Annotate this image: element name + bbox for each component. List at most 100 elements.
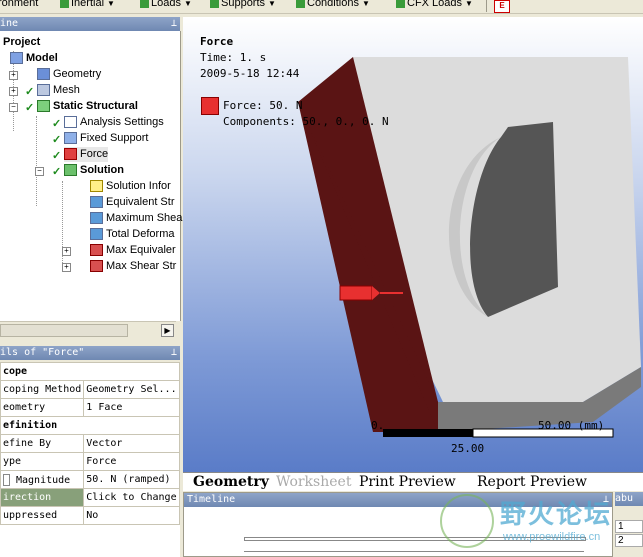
tree-node-geometry[interactable]: Geometry <box>37 67 101 82</box>
scale-mid-label: 25.00 <box>451 442 485 455</box>
property-label: irection <box>0 488 85 507</box>
property-value[interactable]: Geometry Sel... <box>83 380 180 399</box>
details-panel: cope coping Method Geometry Sel... eometr… <box>0 362 180 557</box>
tab-worksheet[interactable]: Worksheet <box>276 474 351 490</box>
property-value[interactable]: 1 Face <box>83 398 180 417</box>
tab-report-preview[interactable]: Report Preview <box>477 474 587 490</box>
details-section-scope: cope <box>0 362 180 381</box>
tree-node-solution-information[interactable]: Solution Infor <box>90 179 171 194</box>
property-label: efine By <box>0 434 85 453</box>
chevron-down-icon: ▼ <box>183 0 192 8</box>
tree-node-max-shear-stress[interactable]: Max Shear Str <box>90 259 176 274</box>
toolbar-environment[interactable]: ronment <box>0 0 38 9</box>
tabular-row-2[interactable]: 2 <box>615 534 643 547</box>
force-load-marker[interactable] <box>339 285 373 301</box>
tree-node-analysis-settings[interactable]: Analysis Settings <box>64 115 164 130</box>
graphics-viewport[interactable]: Force Time: 1. s 2009-5-18 12:44 Force: … <box>183 17 643 472</box>
tree-node-fixed-support[interactable]: Fixed Support <box>64 131 148 146</box>
loads-icon <box>140 0 149 8</box>
check-icon: ✓ <box>52 150 62 162</box>
details-row-suppressed[interactable]: uppressed No <box>0 506 180 525</box>
tool-icon <box>90 260 103 273</box>
scroll-right-arrow-icon[interactable]: ▶ <box>161 324 174 337</box>
expand-max-equivalent-icon[interactable]: + <box>62 247 71 256</box>
model-graphics[interactable] <box>183 17 643 472</box>
tree-node-static-structural[interactable]: Static Structural <box>37 99 138 114</box>
toolbar-cfx-loads-menu[interactable]: CFX Loads ▼ <box>396 0 473 9</box>
supports-icon <box>210 0 219 8</box>
equivalent-stress-icon <box>90 196 103 209</box>
expand-mesh-icon[interactable]: + <box>9 87 18 96</box>
tree-horizontal-scrollbar[interactable]: ▶ <box>0 321 176 339</box>
property-label: eometry <box>0 398 85 417</box>
tree-node-force[interactable]: Force <box>64 147 109 162</box>
watermark-text: 野火论坛 <box>500 500 613 530</box>
expand-max-shear-icon[interactable]: + <box>62 263 71 272</box>
total-deformation-icon <box>90 228 103 241</box>
details-row-geometry[interactable]: eometry 1 Face <box>0 398 180 417</box>
tabular-data-pane: abu 1 2 <box>615 492 643 557</box>
force-icon <box>64 148 77 161</box>
collapse-solution-icon[interactable]: − <box>35 167 44 176</box>
pin-icon[interactable]: ⊥ <box>171 346 177 360</box>
tree-header-title: ine <box>0 18 19 29</box>
parameter-checkbox[interactable] <box>3 473 10 486</box>
details-row-scoping-method[interactable]: coping Method Geometry Sel... <box>0 380 180 399</box>
details-row-direction[interactable]: irection Click to Change <box>0 488 180 507</box>
toolbar-separator <box>486 0 487 12</box>
tree-node-max-equivalent[interactable]: Max Equivaler <box>90 243 176 258</box>
property-value[interactable]: 50. N (ramped) <box>83 470 180 489</box>
tool-icon <box>90 244 103 257</box>
inertial-icon <box>60 0 69 8</box>
tree-node-mesh[interactable]: Mesh <box>37 83 80 98</box>
view-tabs: Geometry Worksheet Print Preview Report … <box>183 472 643 491</box>
property-value[interactable]: Force <box>83 452 180 471</box>
tree-node-equivalent-stress[interactable]: Equivalent Str <box>90 195 174 210</box>
pin-icon[interactable]: ⊥ <box>171 17 177 31</box>
details-row-magnitude[interactable]: Magnitude 50. N (ramped) <box>0 470 180 489</box>
timeline-title: Timeline <box>187 494 236 505</box>
details-row-define-by[interactable]: efine By Vector <box>0 434 180 453</box>
chevron-down-icon: ▼ <box>268 0 276 8</box>
solution-information-icon <box>90 180 103 193</box>
toolbar-inertial-menu[interactable]: Inertial ▼ <box>60 0 115 9</box>
chevron-down-icon: ▼ <box>465 0 473 8</box>
tab-print-preview[interactable]: Print Preview <box>359 474 456 490</box>
details-table: cope coping Method Geometry Sel... eometr… <box>0 362 180 525</box>
cfx-loads-icon <box>396 0 405 8</box>
fixed-support-icon <box>64 132 77 145</box>
tree-node-project[interactable]: Project <box>3 35 40 50</box>
direction-button[interactable]: Click to Change <box>83 488 180 507</box>
property-value[interactable]: Vector <box>83 434 180 453</box>
collapse-static-icon[interactable]: − <box>9 103 18 112</box>
toolbar-loads-menu[interactable]: Loads ▼ <box>140 0 192 9</box>
solution-icon <box>64 164 77 177</box>
maximum-shear-icon <box>90 212 103 225</box>
expand-geometry-icon[interactable]: + <box>9 71 18 80</box>
tree-node-total-deformation[interactable]: Total Deforma <box>90 227 174 242</box>
analysis-settings-icon <box>64 116 77 129</box>
legend-date: 2009-5-18 12:44 <box>200 67 300 80</box>
check-icon: ✓ <box>25 102 35 114</box>
details-row-type[interactable]: ype Force <box>0 452 180 471</box>
property-value[interactable]: No <box>83 506 180 525</box>
timeline-axis <box>244 551 584 552</box>
scale-left-label: 0. <box>371 419 385 432</box>
tab-geometry[interactable]: Geometry <box>193 474 269 490</box>
tree-node-solution[interactable]: Solution <box>64 163 124 178</box>
property-label: Magnitude <box>0 470 85 489</box>
solve-icon[interactable]: E <box>494 0 510 13</box>
outline-tree: Project Model + Geometry + ✓ Mesh − ✓ St… <box>0 31 182 321</box>
legend-components: Components: 50., 0., 0. N <box>223 115 389 128</box>
scrollbar-thumb[interactable] <box>0 324 128 337</box>
tree-node-maximum-shear[interactable]: Maximum Shea <box>90 211 182 226</box>
toolbar: ronment Inertial ▼ Loads ▼ Supports ▼ Condi… <box>0 0 643 14</box>
tree-guide <box>62 181 63 271</box>
static-structural-icon <box>37 100 50 113</box>
tabular-row-1[interactable]: 1 <box>615 520 643 533</box>
toolbar-conditions-menu[interactable]: Conditions ▼ <box>296 0 370 9</box>
scale-right-label: 50.00 (mm) <box>538 419 605 432</box>
toolbar-supports-menu[interactable]: Supports ▼ <box>210 0 276 9</box>
legend-time: Time: 1. s <box>200 51 267 64</box>
tree-node-model[interactable]: Model <box>10 51 58 66</box>
